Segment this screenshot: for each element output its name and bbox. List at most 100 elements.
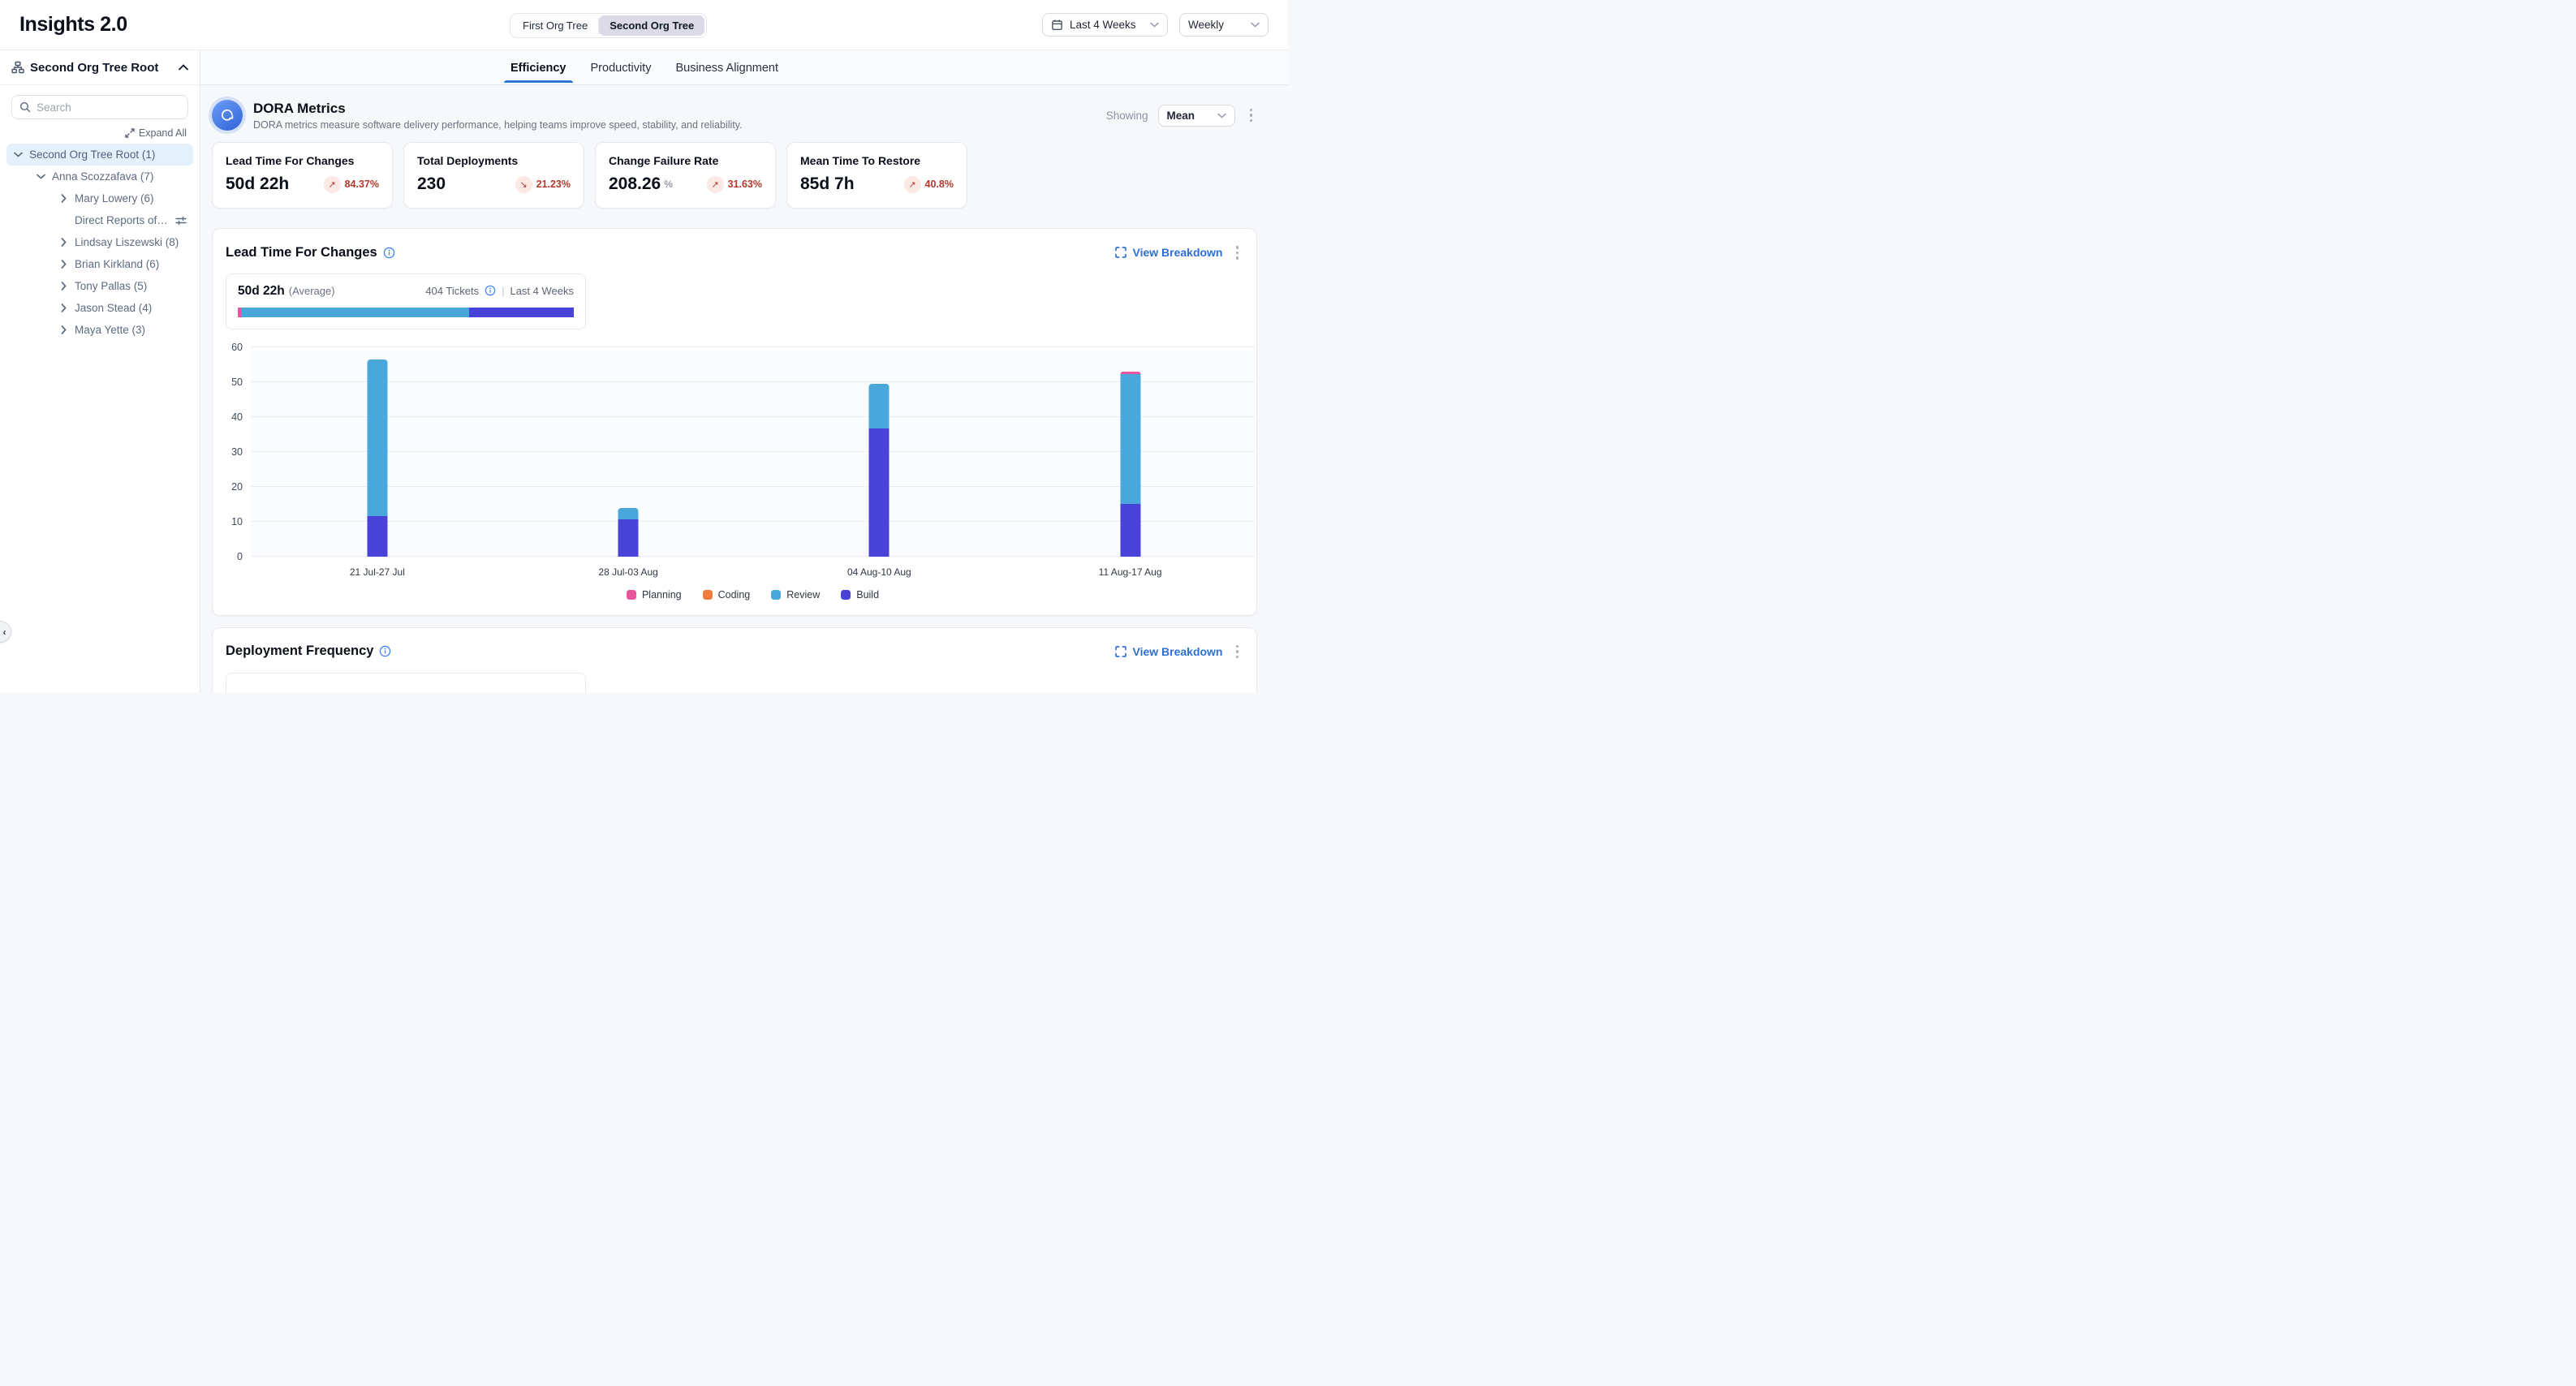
bar-segment-review — [869, 384, 890, 428]
tree-item-label: Second Org Tree Root (1) — [29, 148, 155, 161]
tree-item-label: Anna Scozzafava (7) — [52, 170, 153, 183]
sidebar-search[interactable] — [11, 95, 188, 119]
tree-item-maya-yette-3[interactable]: Maya Yette (3) — [6, 319, 193, 341]
y-axis-label: 0 — [237, 551, 243, 562]
trend-percent: 31.63% — [728, 179, 762, 190]
info-icon[interactable] — [485, 285, 496, 296]
deployment-view-breakdown[interactable]: View Breakdown — [1115, 645, 1222, 658]
stacked-bar-28-jul-03-aug[interactable] — [618, 508, 639, 557]
expand-corners-icon — [1115, 646, 1126, 657]
tab-efficiency[interactable]: Efficiency — [509, 53, 568, 82]
tree-item-lindsay-liszewski-8[interactable]: Lindsay Liszewski (8) — [6, 231, 193, 253]
tree-item-label: Direct Reports of A... — [75, 214, 170, 226]
showing-label: Showing — [1106, 110, 1148, 122]
search-icon — [19, 101, 31, 113]
trend-badge: ↗40.8% — [904, 176, 954, 193]
chevron-right-icon[interactable] — [58, 325, 69, 334]
lead-time-average-box: 50d 22h (Average) 404 Tickets — [226, 273, 586, 329]
metric-value: 208.26 — [609, 174, 661, 194]
chevron-right-icon[interactable] — [58, 238, 69, 247]
chevron-right-icon[interactable] — [58, 303, 69, 312]
org-tree-toggle: First Org TreeSecond Org Tree — [510, 13, 707, 38]
trend-badge: ↗84.37% — [324, 176, 379, 193]
deployment-title: Deployment Frequency — [226, 644, 373, 659]
metric-card-change-failure-rate: Change Failure Rate 208.26% ↗ 31.63% — [595, 142, 776, 209]
chevron-down-icon[interactable] — [12, 152, 24, 157]
sidebar-title: Second Org Tree Root — [30, 61, 173, 75]
top-header: Insights 2.0 First Org TreeSecond Org Tr… — [0, 0, 1288, 50]
legend-item-coding[interactable]: Coding — [703, 589, 751, 600]
chevron-right-icon[interactable] — [58, 260, 69, 269]
legend-label: Planning — [642, 589, 682, 600]
gridline — [251, 451, 1255, 452]
expand-all-button[interactable]: Expand All — [13, 127, 187, 139]
org-toggle-second-org-tree[interactable]: Second Org Tree — [599, 15, 704, 36]
view-breakdown-label: View Breakdown — [1132, 645, 1222, 658]
stacked-bar-11-aug-17-aug[interactable] — [1120, 372, 1140, 557]
stacked-bar-21-jul-27-jul[interactable] — [367, 359, 387, 557]
deployment-kebab-menu[interactable] — [1231, 642, 1244, 662]
legend-swatch — [703, 590, 713, 600]
tree-item-tony-pallas-5[interactable]: Tony Pallas (5) — [6, 275, 193, 297]
lead-time-chart: 0102030405060 21 Jul-27 Jul28 Jul-03 Aug… — [213, 329, 1256, 615]
tree-item-anna-scozzafava-7[interactable]: Anna Scozzafava (7) — [6, 166, 193, 187]
tree-item-second-org-tree-root-1[interactable]: Second Org Tree Root (1) — [6, 144, 193, 166]
lead-time-kebab-menu[interactable] — [1231, 243, 1244, 263]
metric-card-mean-time-to-restore: Mean Time To Restore85d 7h↗40.8% — [786, 142, 967, 209]
x-axis-label: 28 Jul-03 Aug — [598, 566, 657, 578]
legend-item-review[interactable]: Review — [771, 589, 820, 600]
filters-sliders-icon[interactable] — [175, 215, 187, 226]
dora-kebab-menu[interactable] — [1245, 105, 1258, 126]
legend-item-planning[interactable]: Planning — [627, 589, 682, 600]
expand-arrows-icon — [125, 128, 135, 138]
average-suffix: (Average) — [289, 285, 335, 297]
date-range-dropdown[interactable]: Last 4 Weeks — [1042, 13, 1168, 37]
x-axis-label: 21 Jul-27 Jul — [350, 566, 405, 578]
collapse-chevron-up-icon[interactable] — [179, 64, 188, 71]
metric-title: Change Failure Rate — [609, 154, 762, 167]
lead-time-view-breakdown[interactable]: View Breakdown — [1115, 246, 1222, 259]
legend-swatch — [771, 590, 781, 600]
showing-dropdown[interactable]: Mean — [1158, 105, 1235, 127]
sidebar-collapse-handle[interactable]: ‹ — [0, 621, 11, 643]
info-icon[interactable] — [383, 247, 395, 259]
granularity-dropdown[interactable]: Weekly — [1179, 13, 1269, 37]
info-icon[interactable] — [379, 645, 391, 657]
dora-metric-cards: Lead Time For Changes50d 22h↗84.37%Total… — [212, 142, 1257, 209]
metric-title: Lead Time For Changes — [226, 154, 379, 167]
search-input[interactable] — [37, 101, 180, 114]
gridline — [251, 416, 1255, 417]
trend-up-arrow-icon: ↗ — [707, 176, 724, 193]
metric-card-lead-time-for-changes: Lead Time For Changes50d 22h↗84.37% — [212, 142, 393, 209]
metric-unit: % — [664, 179, 673, 190]
chevron-right-icon[interactable] — [58, 282, 69, 291]
org-toggle-first-org-tree[interactable]: First Org Tree — [512, 15, 598, 36]
legend-label: Review — [786, 589, 820, 600]
average-value: 50d 22h — [238, 284, 285, 299]
bar-segment-build — [367, 516, 387, 556]
calendar-icon — [1051, 19, 1063, 31]
gridline — [251, 521, 1255, 522]
date-range-value: Last 4 Weeks — [1070, 19, 1144, 31]
deployment-frequency-card: Deployment Frequency — [212, 627, 1257, 694]
tree-item-brian-kirkland-6[interactable]: Brian Kirkland (6) — [6, 253, 193, 275]
chevron-down-icon[interactable] — [35, 174, 46, 179]
bar-segment-build — [869, 428, 890, 556]
expand-all-label: Expand All — [139, 127, 187, 139]
tree-item-jason-stead-4[interactable]: Jason Stead (4) — [6, 297, 193, 319]
view-breakdown-label: View Breakdown — [1132, 246, 1222, 259]
bar-segment-build — [1120, 504, 1140, 556]
tab-productivity[interactable]: Productivity — [589, 53, 653, 82]
deployment-summary-box — [226, 673, 586, 693]
chevron-down-icon — [1251, 22, 1260, 28]
expand-corners-icon — [1115, 247, 1126, 258]
tree-item-label: Jason Stead (4) — [75, 302, 152, 314]
tab-business-alignment[interactable]: Business Alignment — [674, 53, 780, 82]
legend-swatch — [627, 590, 636, 600]
tree-item-direct-reports-of-a[interactable]: Direct Reports of A... — [6, 209, 193, 231]
legend-item-build[interactable]: Build — [841, 589, 879, 600]
app-title: Insights 2.0 — [19, 13, 127, 37]
stacked-bar-04-aug-10-aug[interactable] — [869, 384, 890, 556]
chevron-right-icon[interactable] — [58, 194, 69, 203]
tree-item-mary-lowery-6[interactable]: Mary Lowery (6) — [6, 187, 193, 209]
